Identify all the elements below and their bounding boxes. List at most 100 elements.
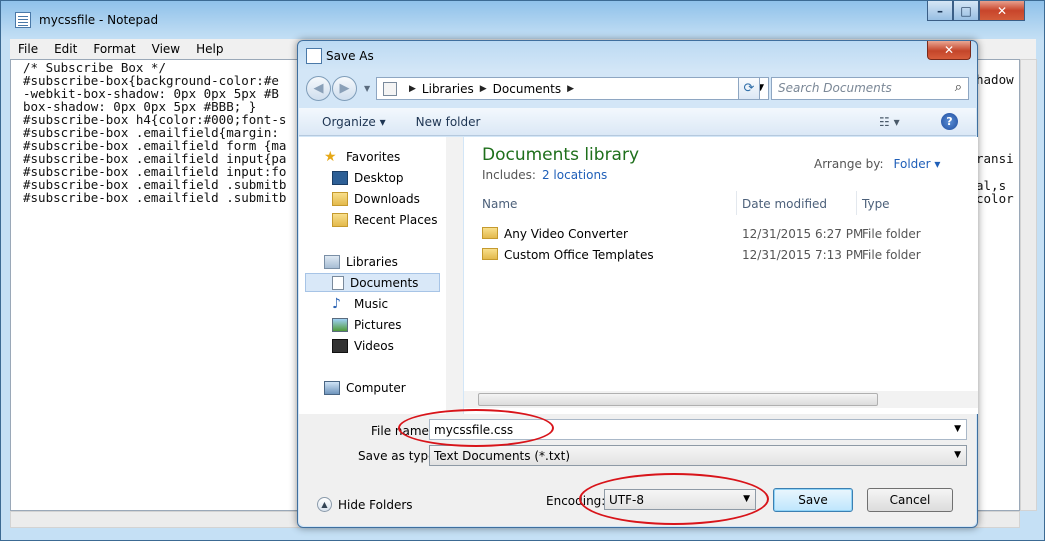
text-fragment: color <box>976 191 1014 206</box>
notepad-icon <box>15 12 31 28</box>
help-icon[interactable]: ? <box>941 113 958 130</box>
minimize-button[interactable]: – <box>927 1 953 21</box>
search-placeholder: Search Documents <box>778 81 892 95</box>
nav-recent-places[interactable]: Recent Places <box>332 213 437 227</box>
nav-computer[interactable]: Computer <box>324 381 406 395</box>
nav-label: Libraries <box>346 255 398 269</box>
refresh-icon[interactable]: ⟳ <box>738 77 760 100</box>
file-list-pane: Documents library Includes: 2 locations A… <box>464 137 978 414</box>
file-date: 12/31/2015 7:13 PM <box>742 248 864 262</box>
file-row[interactable]: Custom Office Templates <box>482 248 654 262</box>
breadcrumb[interactable]: ▶ Libraries ▶ Documents ▶ ▼ <box>376 77 769 100</box>
libraries-icon <box>324 255 340 269</box>
navigation-bar: ◀ ▶ ▼ ▶ Libraries ▶ Documents ▶ ▼ ⟳ Sear… <box>306 76 969 101</box>
organize-button[interactable]: Organize ▾ <box>299 115 398 129</box>
chevron-down-icon[interactable]: ▼ <box>954 424 961 434</box>
vertical-scrollbar[interactable] <box>1020 59 1037 511</box>
library-icon <box>383 81 397 96</box>
chevron-up-icon: ▲ <box>317 497 332 512</box>
toolbar: Organize ▾ New folder ☷ ▾ ? <box>299 108 976 136</box>
breadcrumb-documents[interactable]: Documents <box>493 82 561 96</box>
file-type: File folder <box>862 227 921 241</box>
nav-favorites[interactable]: ★ Favorites <box>324 150 400 164</box>
nav-downloads[interactable]: Downloads <box>332 192 420 206</box>
column-header-type[interactable]: Type <box>862 197 890 211</box>
dialog-close-button[interactable]: ✕ <box>927 41 971 60</box>
nav-pane-scrollbar[interactable] <box>446 137 463 414</box>
save-as-dialog: Save As ✕ ◀ ▶ ▼ ▶ Libraries ▶ Documents … <box>297 40 978 528</box>
nav-label: Downloads <box>354 192 420 206</box>
star-icon: ★ <box>324 149 337 165</box>
nav-desktop[interactable]: Desktop <box>332 171 404 185</box>
nav-documents[interactable]: Documents <box>305 273 440 292</box>
nav-pictures[interactable]: Pictures <box>332 318 402 332</box>
includes-label: Includes: <box>482 168 536 182</box>
nav-label: Music <box>354 297 389 311</box>
column-divider[interactable] <box>736 191 737 215</box>
nav-libraries[interactable]: Libraries <box>324 255 398 269</box>
cancel-button[interactable]: Cancel <box>867 488 953 512</box>
new-folder-button[interactable]: New folder <box>398 115 493 129</box>
nav-music[interactable]: ♪ Music <box>332 297 388 311</box>
chevron-right-icon[interactable]: ▶ <box>409 84 416 94</box>
menu-help[interactable]: Help <box>188 42 231 56</box>
file-name: Custom Office Templates <box>504 248 654 262</box>
library-title: Documents library <box>482 145 640 165</box>
chevron-right-icon[interactable]: ▶ <box>567 84 574 94</box>
column-divider[interactable] <box>856 191 857 215</box>
locations-link[interactable]: 2 locations <box>542 168 607 182</box>
notepad-close-button[interactable]: ✕ <box>979 1 1025 21</box>
back-arrow-icon[interactable]: ◀ <box>306 76 331 101</box>
breadcrumb-libraries[interactable]: Libraries <box>422 82 474 96</box>
music-icon: ♪ <box>332 296 341 312</box>
arrange-by-dropdown[interactable]: Folder ▾ <box>894 157 941 171</box>
recent-places-icon <box>332 213 348 227</box>
notepad-title: mycssfile - Notepad <box>39 13 159 27</box>
save-as-type-select[interactable]: Text Documents (*.txt) ▼ <box>429 445 967 466</box>
navigation-pane: ★ Favorites Desktop Downloads Recent Plac… <box>299 137 463 414</box>
file-date: 12/31/2015 6:27 PM <box>742 227 864 241</box>
nav-label: Desktop <box>354 171 404 185</box>
scroll-thumb[interactable] <box>478 393 878 406</box>
documents-icon <box>332 275 344 290</box>
search-icon[interactable]: ⌕ <box>955 80 962 95</box>
file-name: Any Video Converter <box>504 227 628 241</box>
pictures-icon <box>332 318 348 332</box>
nav-label: Videos <box>354 339 394 353</box>
annotation-ellipse-encoding <box>579 473 769 525</box>
forward-arrow-icon[interactable]: ▶ <box>332 76 357 101</box>
nav-label: Recent Places <box>354 213 438 227</box>
downloads-icon <box>332 192 348 206</box>
arrange-label: Arrange by: <box>814 157 884 171</box>
nav-videos[interactable]: Videos <box>332 339 394 353</box>
menu-file[interactable]: File <box>10 42 46 56</box>
nav-label: Favorites <box>346 150 401 164</box>
chevron-right-icon[interactable]: ▶ <box>480 84 487 94</box>
folder-icon <box>482 227 498 239</box>
hide-folders-button[interactable]: ▲ Hide Folders <box>317 497 413 512</box>
column-header-date[interactable]: Date modified <box>742 197 827 211</box>
nav-label: Pictures <box>354 318 402 332</box>
folder-icon <box>482 248 498 260</box>
file-list-scrollbar[interactable] <box>464 391 978 408</box>
save-as-type-label: Save as type: <box>358 449 440 463</box>
annotation-ellipse-filename <box>398 409 554 447</box>
column-header-name[interactable]: Name <box>482 197 517 211</box>
chevron-down-icon[interactable]: ▼ <box>954 450 961 460</box>
text-fragment: hadow <box>976 72 1014 87</box>
videos-icon <box>332 339 348 353</box>
chevron-down-icon[interactable]: ▼ <box>364 84 370 93</box>
maximize-button[interactable]: □ <box>953 1 979 21</box>
text-fragment: ransi <box>976 151 1014 166</box>
view-options-icon[interactable]: ☷ ▾ <box>879 115 900 129</box>
menu-edit[interactable]: Edit <box>46 42 85 56</box>
search-input[interactable]: Search Documents ⌕ <box>771 77 969 100</box>
dialog-title: Save As <box>326 49 374 63</box>
save-as-type-value: Text Documents (*.txt) <box>434 449 571 463</box>
arrange-by: Arrange by: Folder ▾ <box>814 157 940 171</box>
save-button[interactable]: Save <box>773 488 853 512</box>
menu-view[interactable]: View <box>144 42 188 56</box>
menu-format[interactable]: Format <box>85 42 143 56</box>
file-row[interactable]: Any Video Converter <box>482 227 628 241</box>
file-type: File folder <box>862 248 921 262</box>
